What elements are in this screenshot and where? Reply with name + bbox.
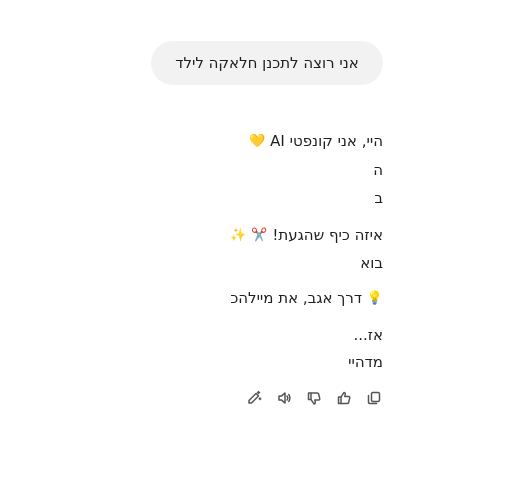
assistant-begin-text: מדהיי (348, 353, 383, 371)
yellow-heart-icon: 💛 (249, 133, 266, 149)
assistant-so-line: אז... (353, 324, 383, 346)
copy-icon (367, 391, 381, 405)
thumbs-down-button[interactable] (304, 388, 324, 408)
thumbs-down-icon (307, 392, 321, 405)
assistant-excite-line: איזה כיף שהגעת! ✂️ ✨ (230, 224, 383, 246)
scissors-icon: ✂️ (251, 227, 268, 243)
speaker-icon (278, 392, 291, 404)
read-aloud-button[interactable] (274, 388, 294, 408)
copy-button[interactable] (364, 388, 384, 408)
assistant-come-line: בוא (360, 252, 383, 274)
assistant-greeting-line: היי, אני קונפטי AI 💛 (249, 130, 383, 152)
thumbs-up-button[interactable] (334, 388, 354, 408)
assistant-tip-line: 💡 דרך אגב, את מיילהכ (230, 287, 383, 309)
assistant-so-text: אז... (353, 326, 383, 344)
user-message-bubble: אני רוצה לתכנן חלאקה לילד (151, 41, 383, 85)
assistant-begin-line: מדהיי (348, 351, 383, 373)
assistant-line-2: ה (373, 159, 383, 181)
assistant-greeting-text: היי, אני קונפטי AI (270, 132, 383, 150)
assistant-come-text: בוא (360, 254, 383, 272)
sparkles-icon: ✨ (230, 227, 247, 243)
assistant-line-3: ב (374, 187, 383, 209)
message-actions (244, 388, 384, 410)
user-message-text: אני רוצה לתכנן חלאקה לילד (175, 54, 359, 72)
assistant-line-3-text: ב (374, 189, 383, 207)
edit-sparkle-icon (248, 390, 262, 404)
assistant-tip-text: דרך אגב, את מיילהכ (230, 289, 363, 307)
thumbs-up-icon (337, 391, 351, 405)
lightbulb-icon: 💡 (366, 290, 383, 306)
assistant-line-2-text: ה (373, 161, 383, 179)
assistant-excite-text: איזה כיף שהגעת! (272, 226, 383, 244)
edit-sparkle-button[interactable] (244, 388, 264, 408)
